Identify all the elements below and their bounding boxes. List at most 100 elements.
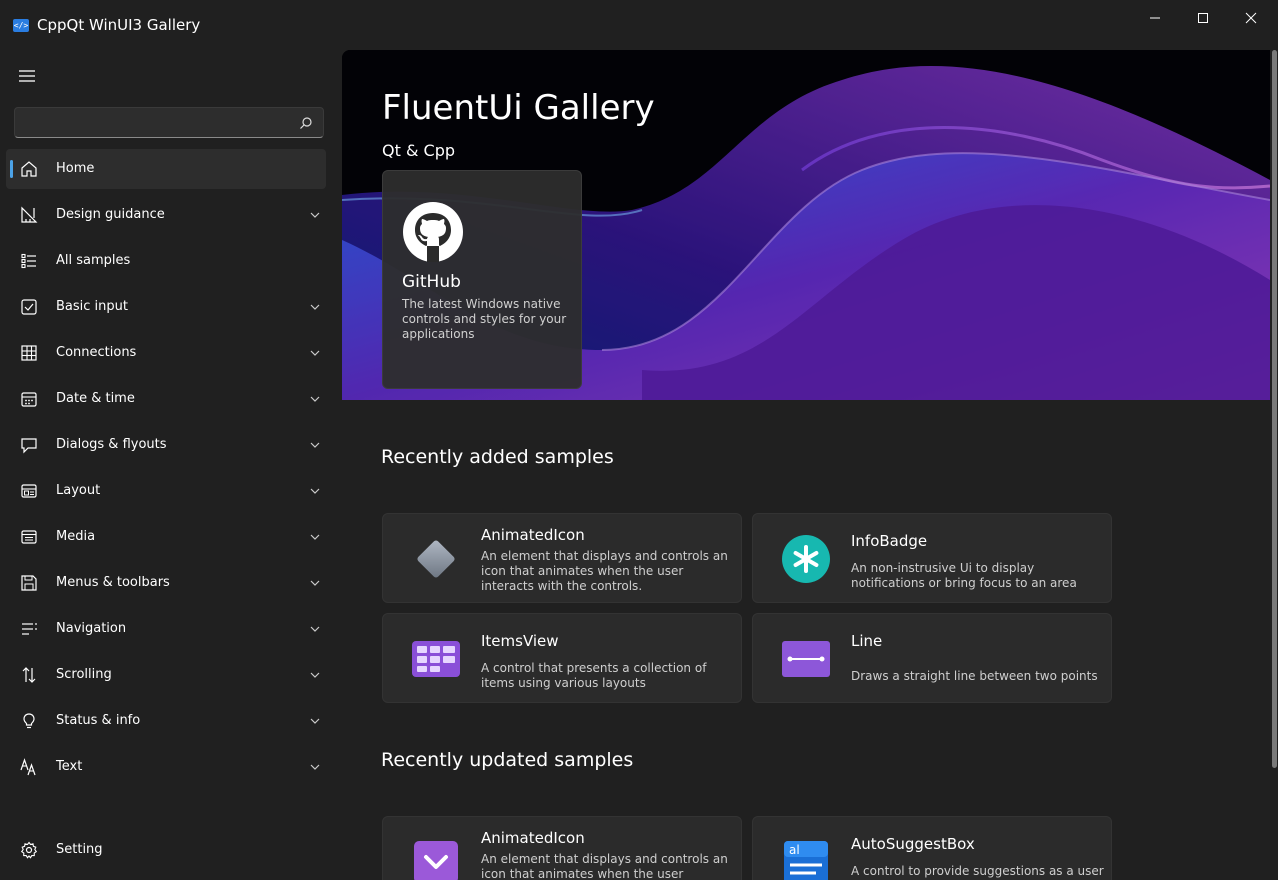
search-input[interactable] <box>23 113 297 135</box>
navigation-pane: Home Design guidance All samples Basic i… <box>0 50 342 880</box>
chevron-down-icon <box>310 764 320 770</box>
search-box <box>14 107 324 138</box>
sample-card-animatedicon[interactable]: AnimatedIcon An element that displays an… <box>382 513 742 603</box>
nav-item-label: Dialogs & flyouts <box>56 437 167 452</box>
media-icon <box>21 530 37 544</box>
chevron-down-icon <box>310 396 320 402</box>
nav-item-dialogs-flyouts[interactable]: Dialogs & flyouts <box>6 425 326 465</box>
card-description: An element that displays and controls an… <box>481 852 728 880</box>
chevron-down-icon <box>310 442 320 448</box>
close-icon <box>1245 12 1257 24</box>
nav-item-label: Connections <box>56 345 137 360</box>
autosuggest-icon: al <box>784 841 828 880</box>
nav-item-scrolling[interactable]: Scrolling <box>6 655 326 695</box>
github-card-title: GitHub <box>402 272 461 292</box>
title-bar: </> CppQt WinUI3 Gallery <box>0 0 1278 50</box>
nav-item-layout[interactable]: Layout <box>6 471 326 511</box>
nav-item-label: Status & info <box>56 713 141 728</box>
card-title: InfoBadge <box>851 532 928 550</box>
nav-item-home[interactable]: Home <box>6 149 326 189</box>
nav-item-label: All samples <box>56 253 131 268</box>
search-icon[interactable] <box>299 116 313 130</box>
info-badge-icon <box>782 535 830 583</box>
hero-subtitle: Qt & Cpp <box>382 141 455 160</box>
chevron-down-icon <box>310 580 320 586</box>
nav-item-label: Layout <box>56 483 101 498</box>
hero-banner: FluentUi Gallery Qt & Cpp GitHub The lat… <box>342 50 1270 400</box>
nav-item-basic-input[interactable]: Basic input <box>6 287 326 327</box>
maximize-icon <box>1198 13 1208 23</box>
code-icon: </> <box>13 19 29 32</box>
card-description: An element that displays and controls an… <box>481 549 728 593</box>
window-title: CppQt WinUI3 Gallery <box>37 16 201 34</box>
scroll-icon <box>22 667 36 683</box>
grid-icon <box>21 345 37 361</box>
checkbox-icon <box>21 299 37 315</box>
animated-icon-diamond <box>417 540 455 578</box>
nav-item-all-samples[interactable]: All samples <box>6 241 326 281</box>
nav-item-label: Setting <box>56 842 103 857</box>
nav-item-text[interactable]: Text <box>6 747 326 787</box>
nav-item-status-info[interactable]: Status & info <box>6 701 326 741</box>
list-icon <box>21 253 36 269</box>
card-description: Draws a straight line between two points <box>851 669 1098 683</box>
nav-item-date-time[interactable]: Date & time <box>6 379 326 419</box>
recently-updated-heading: Recently updated samples <box>381 749 634 771</box>
nav-item-setting[interactable]: Setting <box>6 830 326 870</box>
nav-item-menus-toolbars[interactable]: Menus & toolbars <box>6 563 326 603</box>
home-icon <box>21 161 37 177</box>
nav-item-label: Text <box>56 759 83 774</box>
gear-icon <box>20 841 38 859</box>
nav-item-navigation[interactable]: Navigation <box>6 609 326 649</box>
nav-item-label: Scrolling <box>56 667 112 682</box>
chevron-down-icon <box>310 488 320 494</box>
minimize-icon <box>1150 17 1160 19</box>
nav-item-label: Date & time <box>56 391 135 406</box>
github-card-description: The latest Windows native controls and s… <box>402 297 567 341</box>
maximize-button[interactable] <box>1180 0 1226 36</box>
line-icon <box>782 641 830 677</box>
card-description: An non-instrusive Ui to display notifica… <box>851 561 1077 590</box>
minimize-button[interactable] <box>1132 0 1178 36</box>
chevron-down-icon <box>310 672 320 678</box>
main-content: FluentUi Gallery Qt & Cpp GitHub The lat… <box>342 50 1272 880</box>
chevron-down-icon <box>310 212 320 218</box>
sample-card-animatedicon-updated[interactable]: AnimatedIcon An element that displays an… <box>382 816 742 880</box>
chat-icon <box>21 438 37 454</box>
chevron-down-icon <box>310 350 320 356</box>
sample-card-line[interactable]: Line Draws a straight line between two p… <box>752 613 1112 703</box>
animated-icon-check <box>414 841 458 880</box>
text-icon <box>20 758 36 776</box>
sample-card-infobadge[interactable]: InfoBadge An non-instrusive Ui to displa… <box>752 513 1112 603</box>
close-button[interactable] <box>1228 0 1274 36</box>
github-icon <box>403 202 463 262</box>
card-description: A control to provide suggestions as a us… <box>851 864 1104 878</box>
nav-item-label: Navigation <box>56 621 127 636</box>
nav-item-label: Home <box>56 161 95 176</box>
nav-item-label: Basic input <box>56 299 128 314</box>
nav-item-design-guidance[interactable]: Design guidance <box>6 195 326 235</box>
sample-card-itemsview[interactable]: ItemsView A control that presents a coll… <box>382 613 742 703</box>
items-view-icon <box>412 641 460 677</box>
chevron-down-icon <box>310 304 320 310</box>
vertical-scrollbar[interactable] <box>1272 50 1277 768</box>
chevron-down-icon <box>310 534 320 540</box>
card-description: A control that presents a collection of … <box>481 661 707 690</box>
nav-item-label: Design guidance <box>56 207 165 222</box>
recently-added-heading: Recently added samples <box>381 446 614 468</box>
svg-text:al: al <box>789 843 800 857</box>
nav-item-label: Media <box>56 529 96 544</box>
sample-card-autosuggestbox[interactable]: al AutoSuggestBox A control to provide s… <box>752 816 1112 880</box>
save-icon <box>21 575 37 591</box>
chevron-down-icon <box>310 718 320 724</box>
navigation-icon <box>22 623 37 635</box>
hamburger-menu-button[interactable] <box>18 68 38 84</box>
card-title: AutoSuggestBox <box>851 835 975 853</box>
card-title: ItemsView <box>481 632 559 650</box>
ruler-icon <box>21 206 38 223</box>
nav-item-connections[interactable]: Connections <box>6 333 326 373</box>
github-card[interactable]: GitHub The latest Windows native control… <box>382 170 582 389</box>
calendar-icon <box>21 392 37 407</box>
nav-item-label: Menus & toolbars <box>56 575 170 590</box>
nav-item-media[interactable]: Media <box>6 517 326 557</box>
